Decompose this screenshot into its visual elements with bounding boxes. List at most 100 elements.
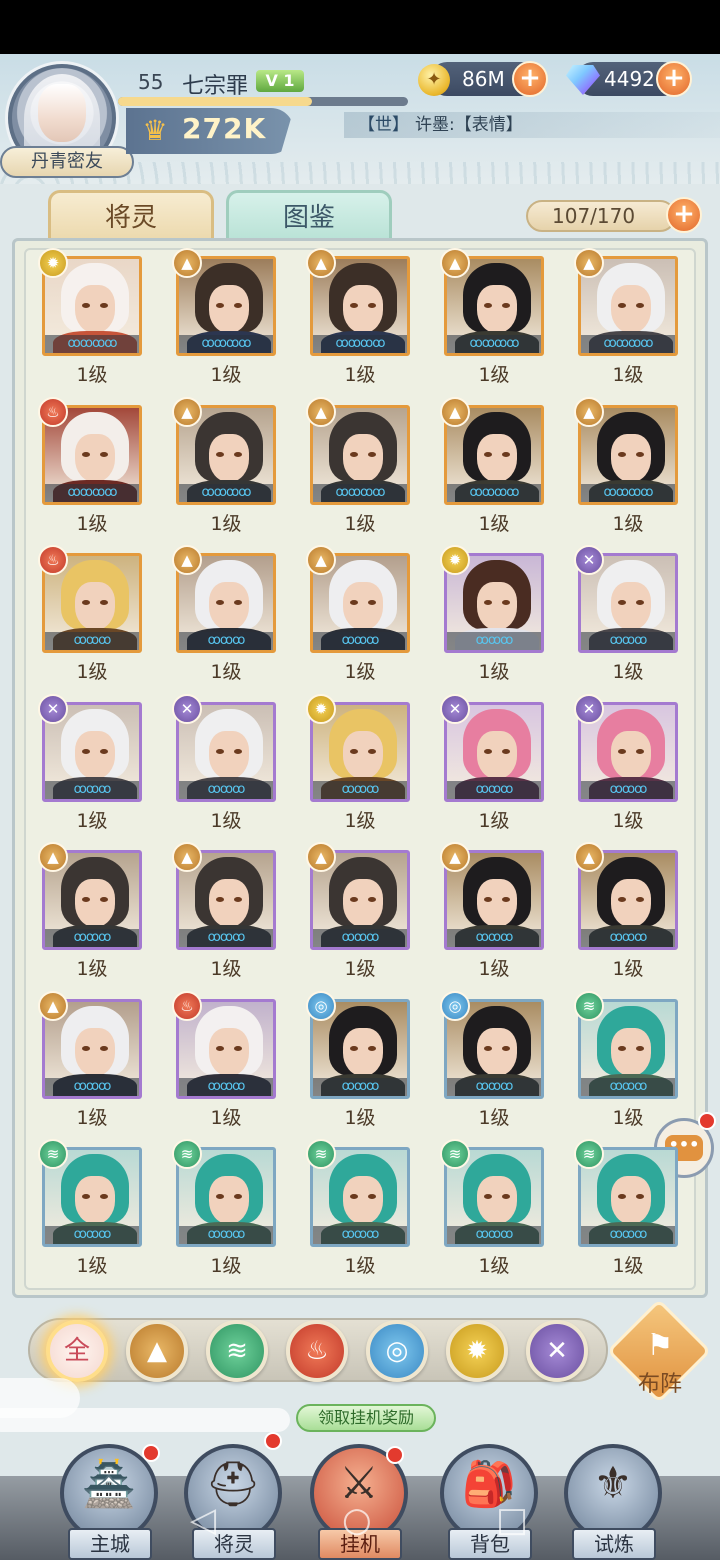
earth-element-icon: ▲ [38, 990, 68, 1021]
portrait-face [343, 730, 383, 779]
spirit-card[interactable]: ꝏꝏꝏꝏ ▲ 1级 [172, 396, 280, 537]
tab-collection[interactable]: 图鉴 [226, 190, 392, 240]
water-icon: ◎ [385, 1336, 409, 1366]
filter-all-button[interactable]: 全 [46, 1320, 108, 1382]
spirit-level: 1级 [612, 809, 644, 832]
portrait-face [477, 1027, 517, 1076]
add-gem-button[interactable]: + [656, 61, 692, 97]
spirit-level: 1级 [478, 958, 510, 980]
spirit-card[interactable]: ꝏꝏꝏ ≋ 1级 [306, 1139, 414, 1279]
spirit-level: 1级 [478, 1255, 510, 1277]
spirit-card[interactable]: ꝏꝏꝏ ✕ 1级 [38, 693, 146, 834]
portrait-eye [350, 303, 358, 308]
spirit-card[interactable]: ꝏꝏꝏ ≋ 1级 [574, 1139, 682, 1279]
spirit-card[interactable]: ꝏꝏꝏꝏ ▲ 1级 [574, 248, 682, 388]
add-gold-button[interactable]: + [512, 61, 548, 97]
system-back-icon[interactable]: ◁ [190, 1500, 216, 1540]
spirit-card[interactable]: ꝏꝏꝏ ▲ 1级 [306, 545, 414, 685]
spirit-card[interactable]: ꝏꝏꝏꝏ ▲ 1级 [306, 248, 414, 388]
portrait-eye [618, 600, 626, 605]
spirit-card[interactable]: ꝏꝏꝏ ✕ 1级 [574, 693, 682, 834]
portrait-face [343, 1176, 383, 1224]
spirit-card[interactable]: ꝏꝏꝏ ▲ 1级 [172, 842, 280, 982]
banner-icon: ⚜ [593, 1458, 633, 1509]
star-rank: ꝏꝏꝏ [45, 1226, 139, 1244]
spirit-card[interactable]: ꝏꝏꝏꝏ ✹ 1级 [38, 248, 146, 388]
earth-element-icon: ▲ [306, 545, 336, 575]
earth-element-icon: ▲ [574, 842, 604, 872]
spirit-card[interactable]: ꝏꝏꝏ ▲ 1级 [574, 842, 682, 982]
earth-element-icon: ▲ [172, 396, 202, 427]
spirit-card[interactable]: ꝏꝏꝏ ✕ 1级 [440, 693, 548, 834]
spirit-card[interactable]: ꝏꝏꝏꝏ ▲ 1级 [440, 396, 548, 537]
star-rank: ꝏꝏꝏꝏ [313, 483, 407, 502]
spirit-card[interactable]: ꝏꝏꝏ ▲ 1级 [306, 842, 414, 982]
portrait-eye [350, 600, 358, 605]
spirit-card[interactable]: ꝏꝏꝏ ▲ 1级 [440, 842, 548, 982]
nav-trial[interactable]: ⚜ 试炼 [558, 1444, 668, 1560]
filter-wind-button[interactable]: ≋ [206, 1320, 268, 1382]
spirit-level: 1级 [612, 364, 644, 386]
spirit-card[interactable]: ꝏꝏꝏ ≋ 1级 [574, 990, 682, 1131]
spirit-card[interactable]: ꝏꝏꝏꝏ ♨ 1级 [38, 396, 146, 537]
spirit-level: 1级 [76, 512, 108, 535]
filter-sun-button[interactable]: ✹ [446, 1320, 508, 1382]
portrait-eye [234, 303, 242, 308]
nav-trial-label: 试炼 [572, 1528, 656, 1560]
spirit-card[interactable]: ꝏꝏꝏ ≋ 1级 [440, 1139, 548, 1279]
spirit-card[interactable]: ꝏꝏꝏ ♨ 1级 [172, 990, 280, 1131]
spirit-level: 1级 [210, 364, 242, 386]
system-home-icon[interactable]: ○ [342, 1500, 372, 1540]
earth-element-icon: ▲ [306, 842, 336, 872]
star-rank: ꝏꝏꝏꝏ [447, 483, 541, 502]
spirit-card[interactable]: ꝏꝏꝏ ✕ 1级 [574, 545, 682, 685]
castle-icon: 🏯 [81, 1459, 137, 1510]
portrait-face [75, 1027, 115, 1076]
wind-element-icon: ≋ [306, 1139, 336, 1169]
expand-capacity-button[interactable]: + [666, 197, 702, 233]
spirit-card[interactable]: ꝏꝏꝏꝏ ▲ 1级 [306, 396, 414, 537]
formation-label[interactable]: 布阵 [628, 1366, 692, 1398]
earth-element-icon: ▲ [306, 248, 336, 278]
filter-water-button[interactable]: ◎ [366, 1320, 428, 1382]
spirit-card[interactable]: ꝏꝏꝏꝏ ▲ 1级 [574, 396, 682, 537]
earth-element-icon: ▲ [306, 396, 336, 427]
portrait-eye [350, 748, 358, 754]
spirit-card[interactable]: ꝏꝏꝏ ◎ 1级 [440, 990, 548, 1131]
spirit-card[interactable]: ꝏꝏꝏ ◎ 1级 [306, 990, 414, 1131]
idle-reward-banner[interactable]: 领取挂机奖励 [296, 1404, 436, 1432]
star-rank: ꝏꝏꝏ [447, 929, 541, 947]
spirit-card[interactable]: ꝏꝏꝏ ≋ 1级 [172, 1139, 280, 1279]
spirit-card[interactable]: ꝏꝏꝏ ✹ 1级 [440, 545, 548, 685]
spirit-card[interactable]: ꝏꝏꝏ ▲ 1级 [172, 545, 280, 685]
spirit-card[interactable]: ꝏꝏꝏ ♨ 1级 [38, 545, 146, 685]
filter-fire-button[interactable]: ♨ [286, 1320, 348, 1382]
spirit-card[interactable]: ꝏꝏꝏ ✕ 1级 [172, 693, 280, 834]
portrait-face [611, 433, 651, 482]
spirit-card[interactable]: ꝏꝏꝏ ▲ 1级 [38, 842, 146, 982]
spirit-level: 1级 [478, 809, 510, 832]
filter-dark-button[interactable]: ✕ [526, 1320, 588, 1382]
spirit-card[interactable]: ꝏꝏꝏ ▲ 1级 [38, 990, 146, 1131]
spirit-card[interactable]: ꝏꝏꝏꝏ ▲ 1级 [440, 248, 548, 388]
tab-spirits[interactable]: 将灵 [48, 190, 214, 240]
world-chat-ticker[interactable]: 【世】 许墨:【表情】 [344, 112, 720, 138]
portrait-face [75, 879, 115, 927]
filter-earth-button[interactable]: ▲ [126, 1320, 188, 1382]
chat-notification-dot [698, 1112, 716, 1130]
water-element-icon: ◎ [440, 990, 470, 1021]
spirit-level: 1级 [76, 958, 108, 980]
spirit-card[interactable]: ꝏꝏꝏꝏ ▲ 1级 [172, 248, 280, 388]
system-recents-icon[interactable]: □ [496, 1500, 528, 1540]
spirit-card[interactable]: ꝏꝏꝏ ✹ 1级 [306, 693, 414, 834]
vip-badge[interactable]: V 1 [256, 70, 304, 92]
exp-bar [118, 97, 408, 106]
sun-element-icon: ✹ [38, 248, 68, 278]
spirit-level: 1级 [344, 364, 376, 386]
avatar-face [38, 84, 86, 142]
spirits-notification-dot [264, 1432, 282, 1450]
portrait-eye [350, 1045, 358, 1051]
spirit-card[interactable]: ꝏꝏꝏ ≋ 1级 [38, 1139, 146, 1279]
earth-element-icon: ▲ [38, 842, 68, 872]
star-rank: ꝏꝏꝏ [313, 929, 407, 947]
